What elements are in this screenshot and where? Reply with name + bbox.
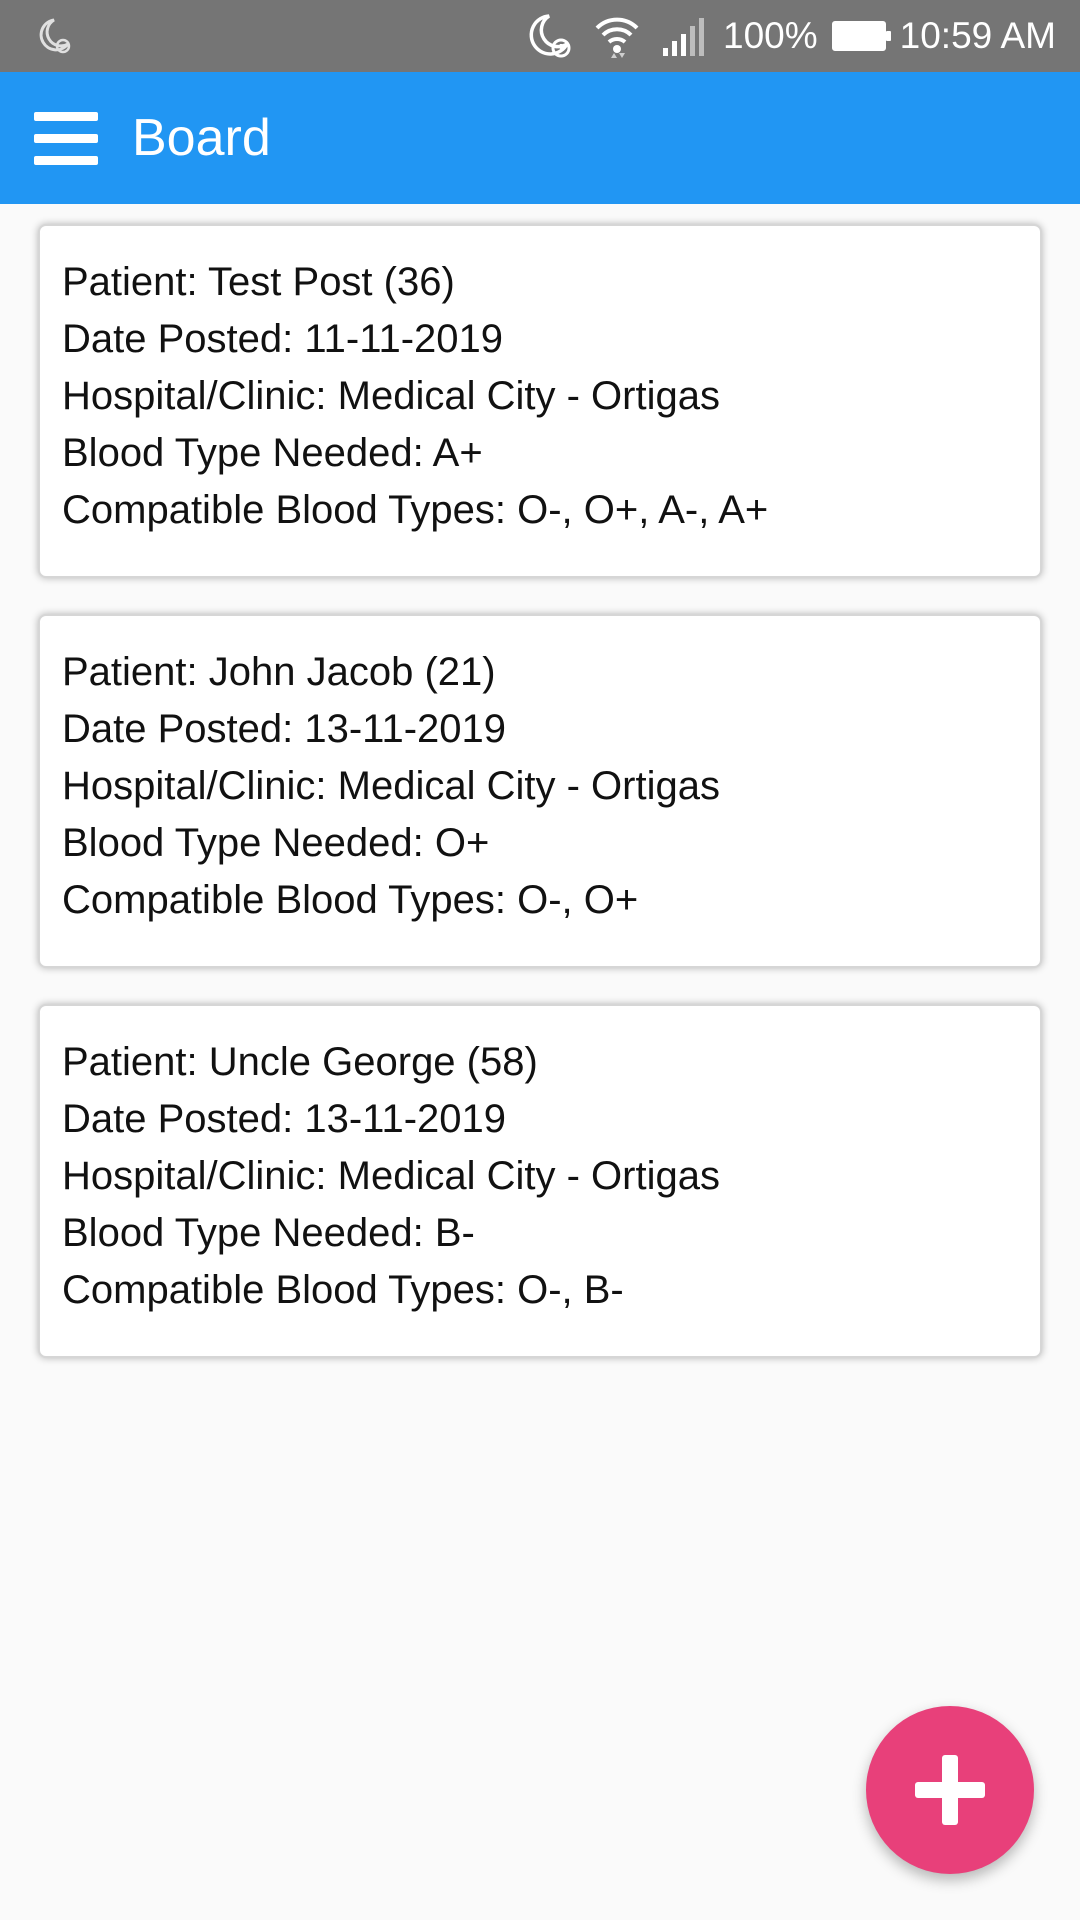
date-posted-label: Date Posted: 13-11-2019 [62, 707, 507, 751]
hamburger-menu-icon[interactable] [34, 108, 98, 168]
add-post-button[interactable] [866, 1706, 1034, 1874]
moon-alarm-icon [34, 16, 76, 58]
hospital-label: Hospital/Clinic: Medical City - Ortigas [62, 1154, 720, 1198]
compatible-types-label: Compatible Blood Types: O-, B- [62, 1268, 624, 1312]
signal-icon [657, 10, 709, 62]
post-card[interactable]: Patient: Test Post (36) Date Posted: 11-… [38, 224, 1042, 578]
post-card[interactable]: Patient: John Jacob (21) Date Posted: 13… [38, 614, 1042, 968]
page-title: Board [132, 109, 271, 167]
patient-label: Patient: Test Post (36) [62, 260, 455, 304]
patient-label: Patient: John Jacob (21) [62, 650, 496, 694]
app-bar: Board [0, 72, 1080, 204]
compatible-types-label: Compatible Blood Types: O-, O+, A-, A+ [62, 488, 769, 532]
hospital-label: Hospital/Clinic: Medical City - Ortigas [62, 374, 720, 418]
moon-alarm-icon [525, 10, 577, 62]
blood-type-label: Blood Type Needed: B- [62, 1211, 475, 1255]
blood-type-label: Blood Type Needed: O+ [62, 821, 490, 865]
battery-icon [831, 21, 891, 51]
post-card[interactable]: Patient: Uncle George (58) Date Posted: … [38, 1004, 1042, 1358]
status-icons: 100% 10:59 AM [525, 0, 1056, 72]
date-posted-label: Date Posted: 11-11-2019 [62, 317, 504, 361]
wifi-icon [591, 10, 643, 62]
blood-type-label: Blood Type Needed: A+ [62, 431, 483, 475]
clock: 10:59 AM [899, 15, 1056, 56]
hospital-label: Hospital/Clinic: Medical City - Ortigas [62, 764, 720, 808]
battery-percent: 100% [723, 15, 818, 56]
status-bar: 100% 10:59 AM [0, 0, 1080, 72]
patient-label: Patient: Uncle George (58) [62, 1040, 538, 1084]
date-posted-label: Date Posted: 13-11-2019 [62, 1097, 507, 1141]
compatible-types-label: Compatible Blood Types: O-, O+ [62, 878, 639, 922]
